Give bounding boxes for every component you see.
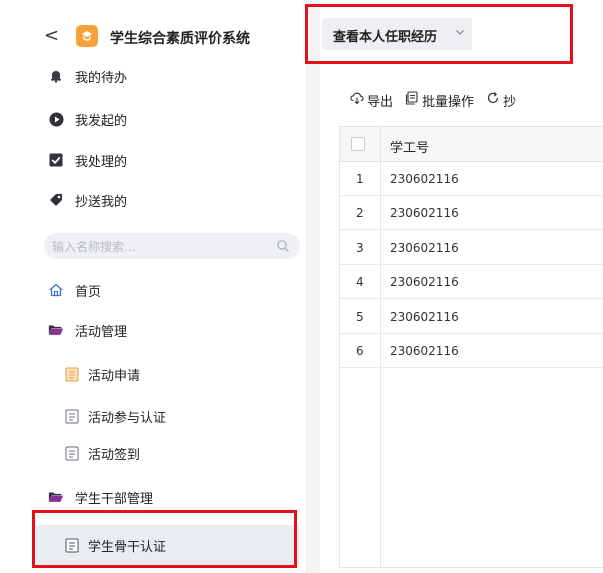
search-placeholder: 输入名称搜索... <box>52 240 136 254</box>
menu-search-input[interactable]: 输入名称搜索... <box>44 233 300 259</box>
panel-divider <box>306 0 320 573</box>
data-table: 学工号 1 230602116 2 230602116 3 230602116 … <box>339 126 603 568</box>
copy-icon <box>405 91 422 109</box>
menu-item-activity-apply[interactable]: 活动申请 <box>0 362 306 386</box>
menu-item-label: 活动申请 <box>88 368 141 384</box>
column-header-student-id[interactable]: 学工号 <box>390 137 429 156</box>
batch-operation-button[interactable]: 批量操作 <box>405 91 474 110</box>
highlight-box-dropdown <box>305 4 573 64</box>
nav-item-label: 我的待办 <box>75 70 128 86</box>
sidebar: < 学生综合素质评价系统 我的待办 我发起的 我处理的 抄送我的 输入名称搜索.… <box>0 0 306 573</box>
app-logo-icon <box>76 25 98 47</box>
document-icon <box>64 445 80 461</box>
student-id-cell: 230602116 <box>390 275 459 289</box>
bell-icon <box>48 68 64 84</box>
row-index: 6 <box>356 344 364 358</box>
table-row[interactable]: 3 230602116 <box>340 231 603 265</box>
row-index: 3 <box>356 241 364 255</box>
nav-item-label: 我处理的 <box>75 154 128 170</box>
table-toolbar: 导出 批量操作 抄 <box>350 90 528 110</box>
home-icon <box>48 282 64 298</box>
menu-item-home[interactable]: 首页 <box>0 278 306 302</box>
menu-group-label: 学生干部管理 <box>75 491 154 507</box>
document-icon <box>64 366 80 382</box>
menu-item-label: 活动参与认证 <box>88 410 167 426</box>
table-row[interactable]: 1 230602116 <box>340 162 603 196</box>
menu-item-label: 首页 <box>75 284 102 300</box>
batch-operation-label: 批量操作 <box>422 94 475 110</box>
menu-item-activity-checkin[interactable]: 活动签到 <box>0 441 306 465</box>
refresh-icon <box>486 91 503 109</box>
highlight-box-menu <box>32 510 297 568</box>
export-button[interactable]: 导出 <box>350 91 393 110</box>
student-id-cell: 230602116 <box>390 344 459 358</box>
menu-group-activity[interactable]: 活动管理 <box>0 318 306 342</box>
row-index: 5 <box>356 310 364 324</box>
document-icon <box>64 408 80 424</box>
nav-item-initiated[interactable]: 我发起的 <box>0 107 306 131</box>
menu-group-label: 活动管理 <box>75 324 128 340</box>
row-index: 4 <box>356 275 364 289</box>
nav-item-handled[interactable]: 我处理的 <box>0 148 306 172</box>
menu-item-activity-verify[interactable]: 活动参与认证 <box>0 404 306 428</box>
nav-item-cc-me[interactable]: 抄送我的 <box>0 188 306 212</box>
play-circle-icon <box>48 111 64 127</box>
nav-item-my-todo[interactable]: 我的待办 <box>0 64 306 88</box>
back-arrow-icon[interactable]: < <box>44 27 59 45</box>
export-label: 导出 <box>367 94 394 110</box>
table-row[interactable]: 2 230602116 <box>340 196 603 230</box>
student-id-cell: 230602116 <box>390 172 459 186</box>
student-id-cell: 230602116 <box>390 310 459 324</box>
row-index: 1 <box>356 172 364 186</box>
row-index: 2 <box>356 206 364 220</box>
student-id-cell: 230602116 <box>390 206 459 220</box>
third-toolbar-label: 抄 <box>503 94 517 110</box>
table-row[interactable]: 4 230602116 <box>340 265 603 299</box>
nav-item-label: 我发起的 <box>75 113 128 129</box>
student-id-cell: 230602116 <box>390 241 459 255</box>
folder-open-icon <box>48 322 64 338</box>
cloud-download-icon <box>350 91 367 109</box>
table-row[interactable]: 6 230602116 <box>340 334 603 368</box>
search-icon[interactable] <box>276 238 290 252</box>
folder-open-icon <box>48 489 64 505</box>
app-title: 学生综合素质评价系统 <box>110 31 250 47</box>
table-row[interactable]: 5 230602116 <box>340 300 603 334</box>
checkbox-icon <box>48 152 64 168</box>
tag-icon <box>48 192 64 208</box>
select-all-checkbox[interactable] <box>351 137 365 151</box>
third-toolbar-button[interactable]: 抄 <box>486 91 516 110</box>
nav-item-label: 抄送我的 <box>75 194 128 210</box>
menu-item-label: 活动签到 <box>88 447 141 463</box>
menu-group-cadre[interactable]: 学生干部管理 <box>0 485 306 509</box>
